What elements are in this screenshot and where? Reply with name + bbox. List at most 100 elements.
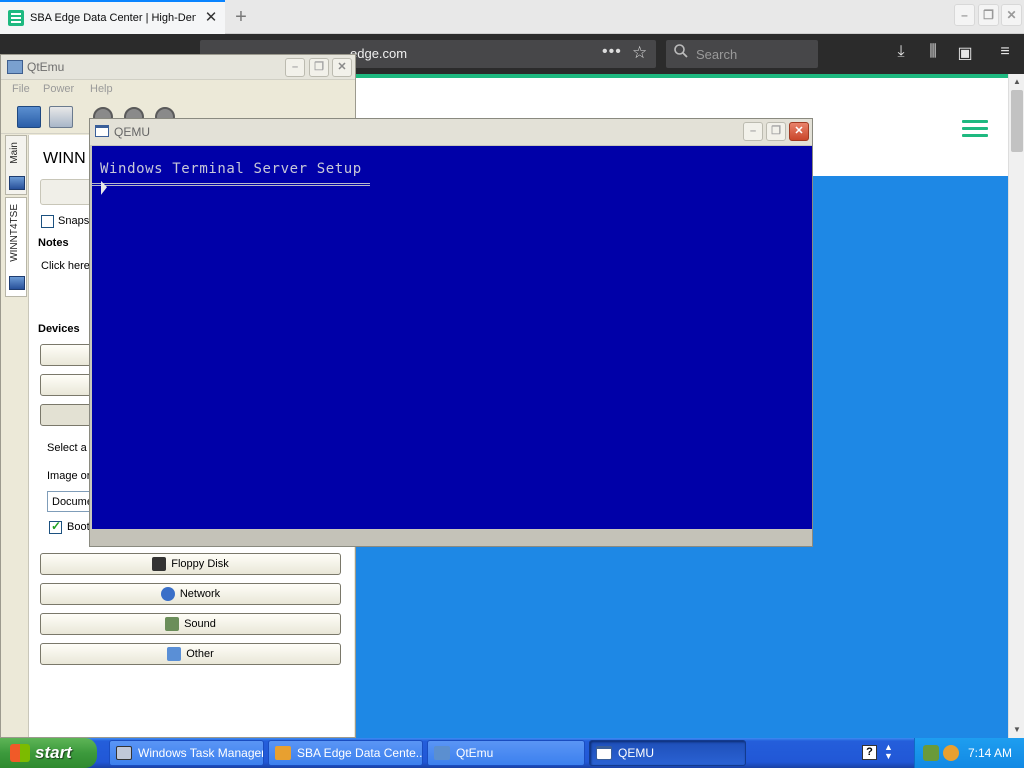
setup-title-underline	[92, 183, 370, 186]
floppy-disk-label: Floppy Disk	[171, 558, 229, 570]
qtemu-icon	[434, 746, 450, 760]
tab-close-icon[interactable]: ✕	[203, 10, 219, 26]
menu-power[interactable]: Power	[43, 83, 74, 95]
task-label: Windows Task Manager	[138, 746, 264, 760]
network-globe-icon	[160, 587, 175, 601]
qemu-titlebar: QEMU – ❐ ✕	[90, 119, 812, 145]
select-text: Select a	[47, 442, 87, 454]
other-button[interactable]: Other	[40, 643, 341, 665]
notes-text[interactable]: Click here	[41, 260, 90, 272]
qtemu-close-button[interactable]: ✕	[332, 58, 352, 77]
site-menu-icon[interactable]	[962, 120, 988, 138]
firefox-minimize-button[interactable]: –	[954, 4, 975, 26]
new-machine-icon[interactable]	[17, 106, 41, 128]
firefox-icon	[275, 746, 291, 760]
network-tray-icon[interactable]	[923, 745, 939, 761]
qtemu-side-tabs: Main WINNT4TSE	[5, 135, 27, 739]
task-qtemu[interactable]: QtEmu	[427, 740, 585, 766]
open-machine-icon[interactable]	[49, 106, 73, 128]
scroll-thumb[interactable]	[1011, 90, 1023, 152]
task-label: QEMU	[618, 746, 654, 760]
firefox-close-button[interactable]: ✕	[1001, 4, 1022, 26]
qemu-minimize-button[interactable]: –	[743, 122, 763, 141]
search-placeholder: Search	[696, 47, 738, 62]
boot-checkbox[interactable]	[49, 519, 62, 534]
clock[interactable]: 7:14 AM	[968, 746, 1012, 760]
firefox-tab-strip: SBA Edge Data Center | High-Dens ✕ + – ❐…	[0, 0, 1024, 34]
network-label: Network	[179, 588, 221, 600]
image-text: Image or	[47, 470, 91, 482]
url-text: edge.com	[350, 46, 408, 61]
downloads-icon[interactable]: ⤓	[890, 43, 912, 61]
qemu-window-icon	[95, 125, 109, 137]
setup-title-text: Windows Terminal Server Setup	[100, 161, 362, 177]
page-actions-icon[interactable]: •••	[602, 43, 622, 61]
search-icon	[674, 44, 688, 62]
task-windows-task-manager[interactable]: Windows Task Manager	[109, 740, 264, 766]
start-button[interactable]: start	[0, 738, 97, 768]
task-sba-edge-firefox[interactable]: SBA Edge Data Cente...	[268, 740, 423, 766]
notes-heading: Notes	[38, 237, 69, 249]
tab-winnt4tse-label: WINNT4TSE	[9, 204, 20, 262]
sba-favicon-icon	[8, 10, 24, 26]
firefox-maximize-button[interactable]: ❐	[978, 4, 999, 26]
task-label: SBA Edge Data Cente...	[297, 746, 423, 760]
snapshot-checkbox[interactable]	[41, 215, 54, 228]
sound-button[interactable]: Sound	[40, 613, 341, 635]
sound-label: Sound	[184, 618, 216, 630]
page-scrollbar[interactable]: ▲ ▼	[1008, 74, 1024, 738]
devices-heading: Devices	[38, 323, 80, 335]
qtemu-minimize-button[interactable]: –	[285, 58, 305, 77]
qemu-icon	[596, 746, 612, 760]
qtemu-maximize-button[interactable]: ❐	[309, 58, 329, 77]
boot-label: Boot	[67, 521, 90, 533]
floppy-disk-icon	[152, 557, 167, 571]
tab-title: SBA Edge Data Center | High-Dens	[30, 12, 196, 24]
network-button[interactable]: Network	[40, 583, 341, 605]
other-label: Other	[186, 648, 214, 660]
qemu-window: QEMU – ❐ ✕ Windows Terminal Server Setup	[89, 118, 813, 547]
sidebar-icon[interactable]: ▣	[954, 43, 976, 63]
show-hidden-icons-chevron-icon[interactable]: ▲ ▼	[884, 743, 893, 761]
mouse-cursor-icon	[101, 180, 107, 198]
qemu-statusbar	[90, 530, 812, 546]
bookmark-star-icon[interactable]: ☆	[632, 43, 647, 63]
browser-tab[interactable]: SBA Edge Data Center | High-Dens ✕	[0, 0, 225, 34]
menu-help[interactable]: Help	[90, 83, 113, 95]
other-device-icon	[167, 647, 182, 661]
winnt4tse-tab-icon	[9, 276, 25, 290]
snapshot-label: Snapsl	[58, 215, 92, 227]
menu-file[interactable]: File	[12, 83, 30, 95]
main-tab-icon	[9, 176, 25, 190]
tab-main-label: Main	[9, 142, 20, 164]
task-manager-icon	[116, 746, 132, 760]
sound-card-icon	[165, 617, 180, 631]
help-icon[interactable]: ?	[862, 745, 877, 760]
scroll-up-icon[interactable]: ▲	[1009, 74, 1024, 90]
hamburger-menu-icon[interactable]: ≡	[994, 43, 1016, 61]
qtemu-titlebar: QtEmu – ❐ ✕	[1, 55, 355, 80]
vm-display[interactable]: Windows Terminal Server Setup	[92, 146, 812, 529]
tab-main[interactable]: Main	[5, 135, 27, 195]
windows-logo-icon	[10, 744, 30, 762]
qemu-title: QEMU	[114, 125, 150, 139]
taskbar: start Windows Task Manager SBA Edge Data…	[0, 738, 1024, 768]
system-tray: 7:14 AM	[914, 738, 1024, 768]
qtemu-app-icon	[7, 60, 23, 74]
task-label: QtEmu	[456, 746, 494, 760]
floppy-disk-button[interactable]: Floppy Disk	[40, 553, 341, 575]
qtemu-title: QtEmu	[27, 60, 65, 74]
library-icon[interactable]: ⫼	[922, 43, 944, 61]
machine-name-heading: WINN	[43, 150, 86, 167]
qtemu-menubar: File Power Help	[1, 80, 355, 100]
task-qemu[interactable]: QEMU	[589, 740, 746, 766]
tab-winnt4tse[interactable]: WINNT4TSE	[5, 197, 27, 297]
search-box[interactable]: Search	[666, 40, 818, 68]
scroll-down-icon[interactable]: ▼	[1009, 722, 1024, 738]
qemu-close-button[interactable]: ✕	[789, 122, 809, 141]
qemu-maximize-button[interactable]: ❐	[766, 122, 786, 141]
start-label: start	[35, 743, 72, 762]
new-tab-icon[interactable]: +	[228, 4, 254, 30]
search-tray-icon[interactable]	[943, 745, 959, 761]
image-path-value: Docume	[52, 496, 93, 508]
